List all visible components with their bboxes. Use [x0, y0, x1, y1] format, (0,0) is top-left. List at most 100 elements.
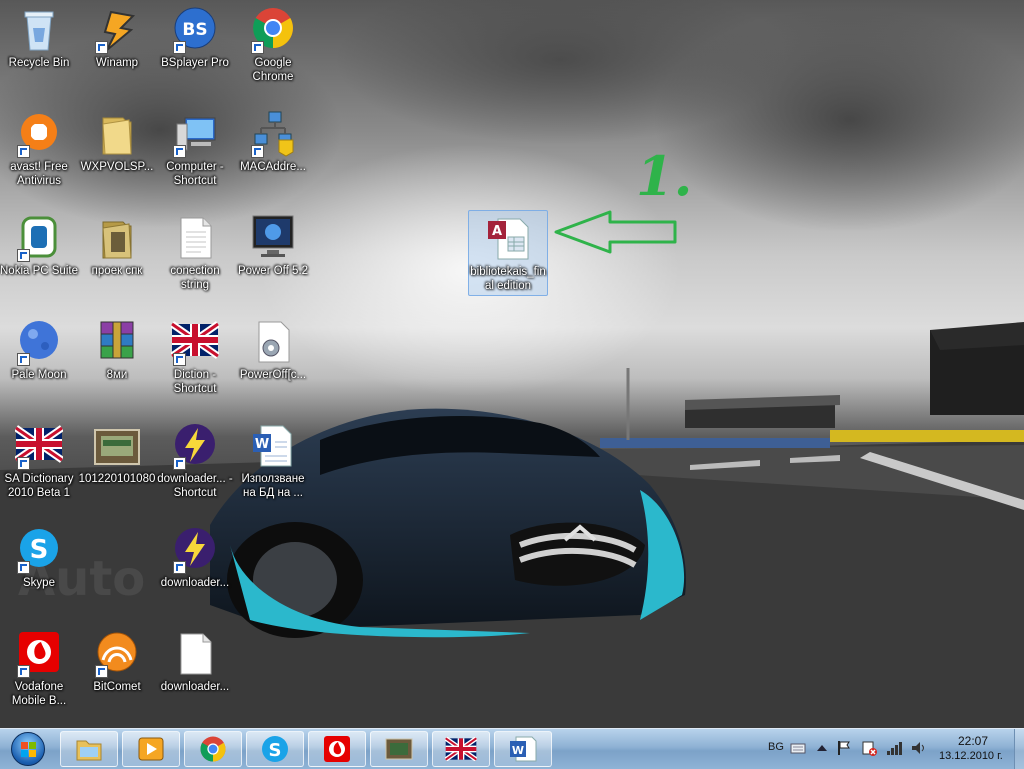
- volume-icon[interactable]: [910, 740, 928, 756]
- skype-icon: S: [15, 526, 63, 574]
- action-center-flag-icon[interactable]: [836, 740, 852, 756]
- icon-label: BitComet: [93, 681, 141, 693]
- icon-label: 101220101080: [78, 473, 156, 485]
- svg-text:W: W: [255, 437, 269, 452]
- taskbar-skype-button[interactable]: S: [246, 731, 304, 767]
- desktop-icon-skype[interactable]: S Skype: [0, 526, 78, 590]
- desktop-icon-recycle-bin[interactable]: Recycle Bin: [0, 6, 78, 70]
- desktop-icon-avast[interactable]: avast! Free Antivirus: [0, 110, 78, 188]
- config-file-icon: [249, 318, 297, 366]
- icon-label: Computer - Shortcut: [166, 161, 224, 187]
- desktop-icon-proek-spk-folder[interactable]: проек спк: [78, 214, 156, 278]
- desktop: Auto Recycle Bin Winamp BS BSplayer Pro …: [0, 0, 1024, 728]
- shortcut-arrow-icon: [173, 41, 186, 54]
- desktop-icon-bsplayer[interactable]: BS BSplayer Pro: [156, 6, 234, 70]
- shortcut-arrow-icon: [17, 145, 30, 158]
- shortcut-arrow-icon: [95, 665, 108, 678]
- icon-label: 8ми: [106, 369, 128, 381]
- clock-time[interactable]: 22:07: [958, 734, 988, 748]
- vodafone-icon: [324, 736, 350, 762]
- icon-label: проек спк: [91, 265, 143, 277]
- desktop-icon-downloader[interactable]: downloader...: [156, 526, 234, 590]
- desktop-icon-nokia-pc-suite[interactable]: Nokia PC Suite: [0, 214, 78, 278]
- icon-label: SA Dictionary 2010 Beta 1: [4, 473, 74, 499]
- icon-label: downloader...: [160, 577, 230, 589]
- word-icon: W: [510, 736, 537, 762]
- icon-label: Recycle Bin: [8, 57, 70, 69]
- taskbar-word-button[interactable]: W: [494, 731, 552, 767]
- icon-label: Diction - Shortcut: [173, 369, 217, 395]
- uk-flag-icon: [14, 422, 64, 470]
- clock-date[interactable]: 13.12.2010 г.: [939, 750, 1003, 762]
- icon-label: bibliotekais_final edition: [470, 266, 546, 292]
- desktop-icon-downloader-shortcut[interactable]: downloader... - Shortcut: [156, 422, 234, 500]
- skype-icon: S: [262, 736, 288, 762]
- taskbar-chrome-button[interactable]: [184, 731, 242, 767]
- icon-label: BSplayer Pro: [161, 57, 229, 69]
- taskbar-media-player-button[interactable]: [122, 731, 180, 767]
- desktop-icon-downloader-file[interactable]: downloader...: [156, 630, 234, 694]
- power-warning-icon[interactable]: [860, 739, 878, 757]
- show-desktop-button[interactable]: [1014, 729, 1024, 769]
- shortcut-arrow-icon: [17, 249, 30, 262]
- taskbar-image-button[interactable]: [370, 731, 428, 767]
- recycle-bin-icon: [15, 6, 63, 54]
- svg-text:A: A: [492, 224, 502, 239]
- desktop-icon-izpolzvane-doc[interactable]: W Използване на БД на ...: [234, 422, 312, 500]
- desktop-icon-sa-dictionary[interactable]: SA Dictionary 2010 Beta 1: [0, 422, 78, 500]
- keyboard-icon[interactable]: [790, 741, 806, 755]
- desktop-icon-macaddress[interactable]: MACAddre...: [234, 110, 312, 174]
- show-hidden-icons-icon[interactable]: [816, 743, 828, 753]
- svg-text:W: W: [512, 744, 524, 757]
- icon-label: PowerOff[c...: [239, 369, 307, 381]
- icon-label: Skype: [23, 577, 55, 589]
- windows-orb-icon: [11, 732, 45, 766]
- taskbar-vodafone-button[interactable]: [308, 731, 366, 767]
- icon-label: avast! Free Antivirus: [10, 161, 68, 187]
- desktop-icon-pale-moon[interactable]: Pale Moon: [0, 318, 78, 382]
- word-doc-icon: W: [249, 422, 297, 470]
- taskbar-explorer-button[interactable]: [60, 731, 118, 767]
- annotation-label: 1.: [636, 144, 693, 208]
- desktop-icon-conection-string[interactable]: conection string: [156, 214, 234, 292]
- shortcut-arrow-icon: [17, 665, 30, 678]
- language-indicator[interactable]: BG: [768, 741, 784, 753]
- icon-label: conection string: [170, 265, 220, 291]
- icon-label: Vodafone Mobile B...: [11, 681, 67, 707]
- winamp-icon: [93, 6, 141, 54]
- start-button[interactable]: [3, 730, 53, 768]
- icon-label: downloader...: [160, 681, 230, 693]
- shortcut-arrow-icon: [251, 145, 264, 158]
- desktop-icon-101220101080-image[interactable]: 101220101080: [78, 422, 156, 486]
- shortcut-arrow-icon: [17, 353, 30, 366]
- nokia-icon: [15, 214, 63, 262]
- signal-strength-icon[interactable]: [886, 740, 904, 756]
- desktop-icon-vodafone-mobile-broadband[interactable]: Vodafone Mobile B...: [0, 630, 78, 708]
- folder-icon: [93, 110, 141, 158]
- desktop-icon-computer-shortcut[interactable]: Computer - Shortcut: [156, 110, 234, 188]
- desktop-icon-power-off[interactable]: Power Off 5.2: [234, 214, 312, 278]
- desktop-icon-8mi-archive[interactable]: 8ми: [78, 318, 156, 382]
- media-player-icon: [138, 737, 164, 761]
- desktop-icon-diction-shortcut[interactable]: Diction - Shortcut: [156, 318, 234, 396]
- desktop-icon-wxpvolsp-folder[interactable]: WXPVOLSP...: [78, 110, 156, 174]
- chrome-icon: [200, 736, 226, 762]
- desktop-icon-google-chrome[interactable]: Google Chrome: [234, 6, 312, 84]
- desktop-icon-winamp[interactable]: Winamp: [78, 6, 156, 70]
- icon-label: MACAddre...: [240, 161, 306, 173]
- desktop-icon-bibliotekais-final-edition[interactable]: A bibliotekais_final edition: [468, 210, 548, 296]
- svg-text:BS: BS: [182, 20, 207, 40]
- winrar-icon: [93, 318, 141, 366]
- image-icon: [385, 738, 413, 760]
- bitcomet-icon: [93, 630, 141, 678]
- image-icon: [93, 422, 141, 470]
- desktop-icon-poweroff-config[interactable]: PowerOff[c...: [234, 318, 312, 382]
- icon-label: Pale Moon: [11, 369, 67, 381]
- pale-moon-icon: [15, 318, 63, 366]
- shortcut-arrow-icon: [95, 41, 108, 54]
- avast-icon: [15, 110, 63, 158]
- shortcut-arrow-icon: [17, 457, 30, 470]
- icon-label: Google Chrome: [252, 57, 294, 83]
- desktop-icon-bitcomet[interactable]: BitComet: [78, 630, 156, 694]
- taskbar-dictionary-button[interactable]: [432, 731, 490, 767]
